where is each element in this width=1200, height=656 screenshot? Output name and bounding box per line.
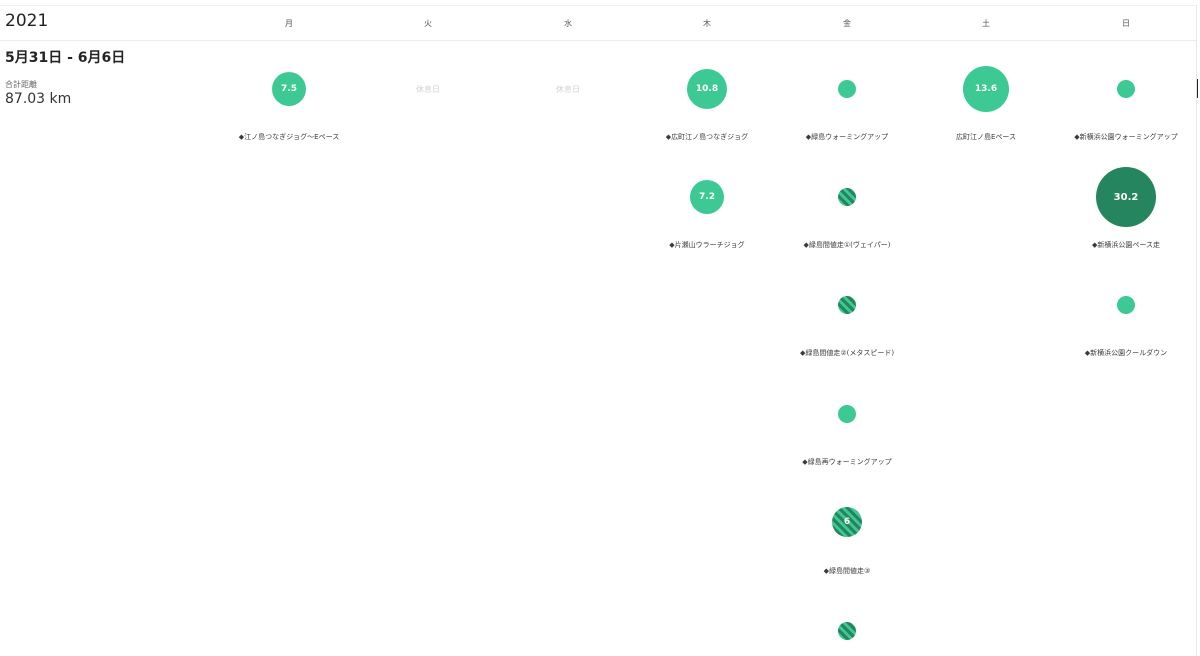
activity-distance: 10.8	[695, 84, 719, 94]
day-header-thu: 木	[703, 19, 711, 28]
activity-bubble[interactable]: 7.2	[690, 180, 724, 214]
activity-title[interactable]: 広町江ノ島Eペース	[911, 132, 1061, 142]
activity-bubble[interactable]	[1117, 80, 1135, 98]
day-header-mon: 月	[285, 19, 293, 28]
activity-title[interactable]: ◆江ノ島つなぎジョグ〜Eペース	[214, 132, 364, 142]
activity-title[interactable]: ◆緑島再ウォーミングアップ	[772, 457, 922, 467]
day-header-tue: 火	[424, 19, 432, 28]
activity-title[interactable]: ◆広町江ノ島つなぎジョグ	[632, 132, 782, 142]
text-cursor	[1197, 79, 1198, 98]
scroll-edge-divider	[1196, 5, 1197, 656]
activity-bubble[interactable]: 13.6	[963, 66, 1009, 112]
activity-distance: 7.2	[699, 192, 715, 202]
activity-title[interactable]: ◆緑島間値走③	[772, 566, 922, 576]
year-label: 2021	[5, 11, 49, 31]
total-distance-label: 合計距離	[5, 80, 37, 89]
day-header-fri: 金	[843, 19, 851, 28]
activity-distance: 7.5	[281, 84, 297, 94]
activity-distance: 6	[843, 517, 851, 527]
activity-bubble[interactable]: 30.2	[1096, 167, 1156, 227]
day-header-sun: 日	[1122, 19, 1130, 28]
activity-title[interactable]: ◆緑島ウォーミングアップ	[772, 132, 922, 142]
rest-day-label: 休息日	[556, 85, 580, 94]
day-header-wed: 水	[564, 19, 572, 28]
activity-bubble[interactable]	[838, 296, 856, 314]
activity-bubble[interactable]	[1117, 296, 1135, 314]
activity-title[interactable]: ◆新横浜公園クールダウン	[1051, 348, 1200, 358]
activity-distance: 13.6	[974, 84, 998, 94]
activity-title[interactable]: ◆緑島間値走②(メタスピード)	[772, 348, 922, 358]
rest-day-label: 休息日	[416, 85, 440, 94]
activity-bubble[interactable]	[838, 80, 856, 98]
activity-distance: 30.2	[1113, 191, 1139, 203]
activity-bubble[interactable]	[838, 188, 856, 206]
total-distance-value: 87.03 km	[5, 91, 72, 107]
day-header-sat: 土	[982, 19, 990, 28]
calendar-header: 2021 月 火 水 木 金 土 日	[0, 5, 1196, 41]
activity-bubble[interactable]	[838, 405, 856, 423]
activity-title[interactable]: ◆片瀬山ウラーチジョグ	[632, 240, 782, 250]
activity-title[interactable]: ◆新横浜公園ペース走	[1051, 240, 1200, 250]
activity-title[interactable]: ◆緑島間値走①(ヴェイパー)	[772, 240, 922, 250]
activity-title[interactable]: ◆新横浜公園ウォーミングアップ	[1051, 132, 1200, 142]
activity-bubble[interactable]: 7.5	[272, 72, 306, 106]
activity-bubble[interactable]	[838, 622, 856, 640]
week-range-title: 5月31日 - 6月6日	[5, 50, 126, 66]
activity-bubble[interactable]: 10.8	[687, 69, 727, 109]
activity-bubble[interactable]: 6	[832, 507, 862, 537]
